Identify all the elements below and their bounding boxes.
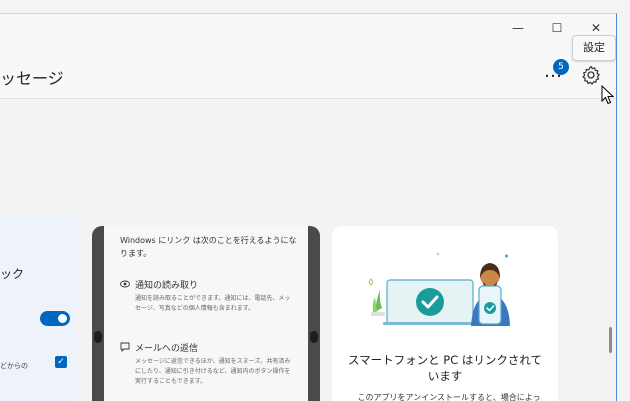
title-bar: — ☐ ✕ ッセージ … 5 設定 [0, 14, 616, 99]
feature-description: 通知を読み取ることができます。通知には、電話先、メッセージ、写真などの個人情報も… [135, 295, 291, 312]
feature-title: 通知の読み取り [135, 281, 199, 291]
phone-side-button [94, 331, 102, 343]
maximize-button[interactable]: ☐ [544, 20, 570, 36]
checkbox[interactable]: ✓ [55, 356, 67, 368]
settings-tooltip: 設定 [572, 35, 616, 61]
message-icon [120, 342, 130, 352]
phone-side-button [310, 331, 318, 343]
gear-icon [582, 65, 600, 85]
mouse-cursor-icon [601, 85, 615, 105]
phone-intro-text: Windows にリンク は次のことを行えるようになります。 [120, 236, 297, 258]
vertical-scrollbar[interactable] [609, 327, 612, 353]
feature-title: メールへの返信 [135, 344, 199, 354]
toggle-switch[interactable] [40, 311, 70, 326]
phone-screen: Windows にリンク は次のことを行えるようになります。 通知の読み取り 通… [104, 226, 308, 401]
page-title: ッセージ [0, 69, 64, 88]
settings-card: ック どからの ✓ [0, 213, 78, 401]
minimize-button[interactable]: — [505, 20, 531, 36]
eye-icon [120, 280, 130, 288]
settings-button[interactable] [579, 63, 603, 87]
app-window: — ☐ ✕ ッセージ … 5 設定 ック どからの ✓ Windows にリンク… [0, 13, 617, 401]
card-label: ック [0, 267, 25, 281]
close-button[interactable]: ✕ [583, 20, 609, 36]
pc-phone-illustration [368, 252, 510, 326]
link-status-title: スマートフォンと PC はリンクされています [347, 353, 543, 383]
link-status-card: スマートフォンと PC はリンクされています このアプリをアンインストールすると… [332, 226, 558, 401]
phone-preview-card: Windows にリンク は次のことを行えるようになります。 通知の読み取り 通… [92, 226, 320, 401]
notification-badge: 5 [553, 59, 569, 75]
checkbox-label: どからの [0, 362, 28, 370]
main-content: ック どからの ✓ Windows にリンク は次のことを行えるようになります。… [0, 99, 616, 401]
feature-description: メッセージに返信できるほか、通知をスヌーズ、共有済みにしたり、通知に引き付けるな… [135, 358, 291, 385]
